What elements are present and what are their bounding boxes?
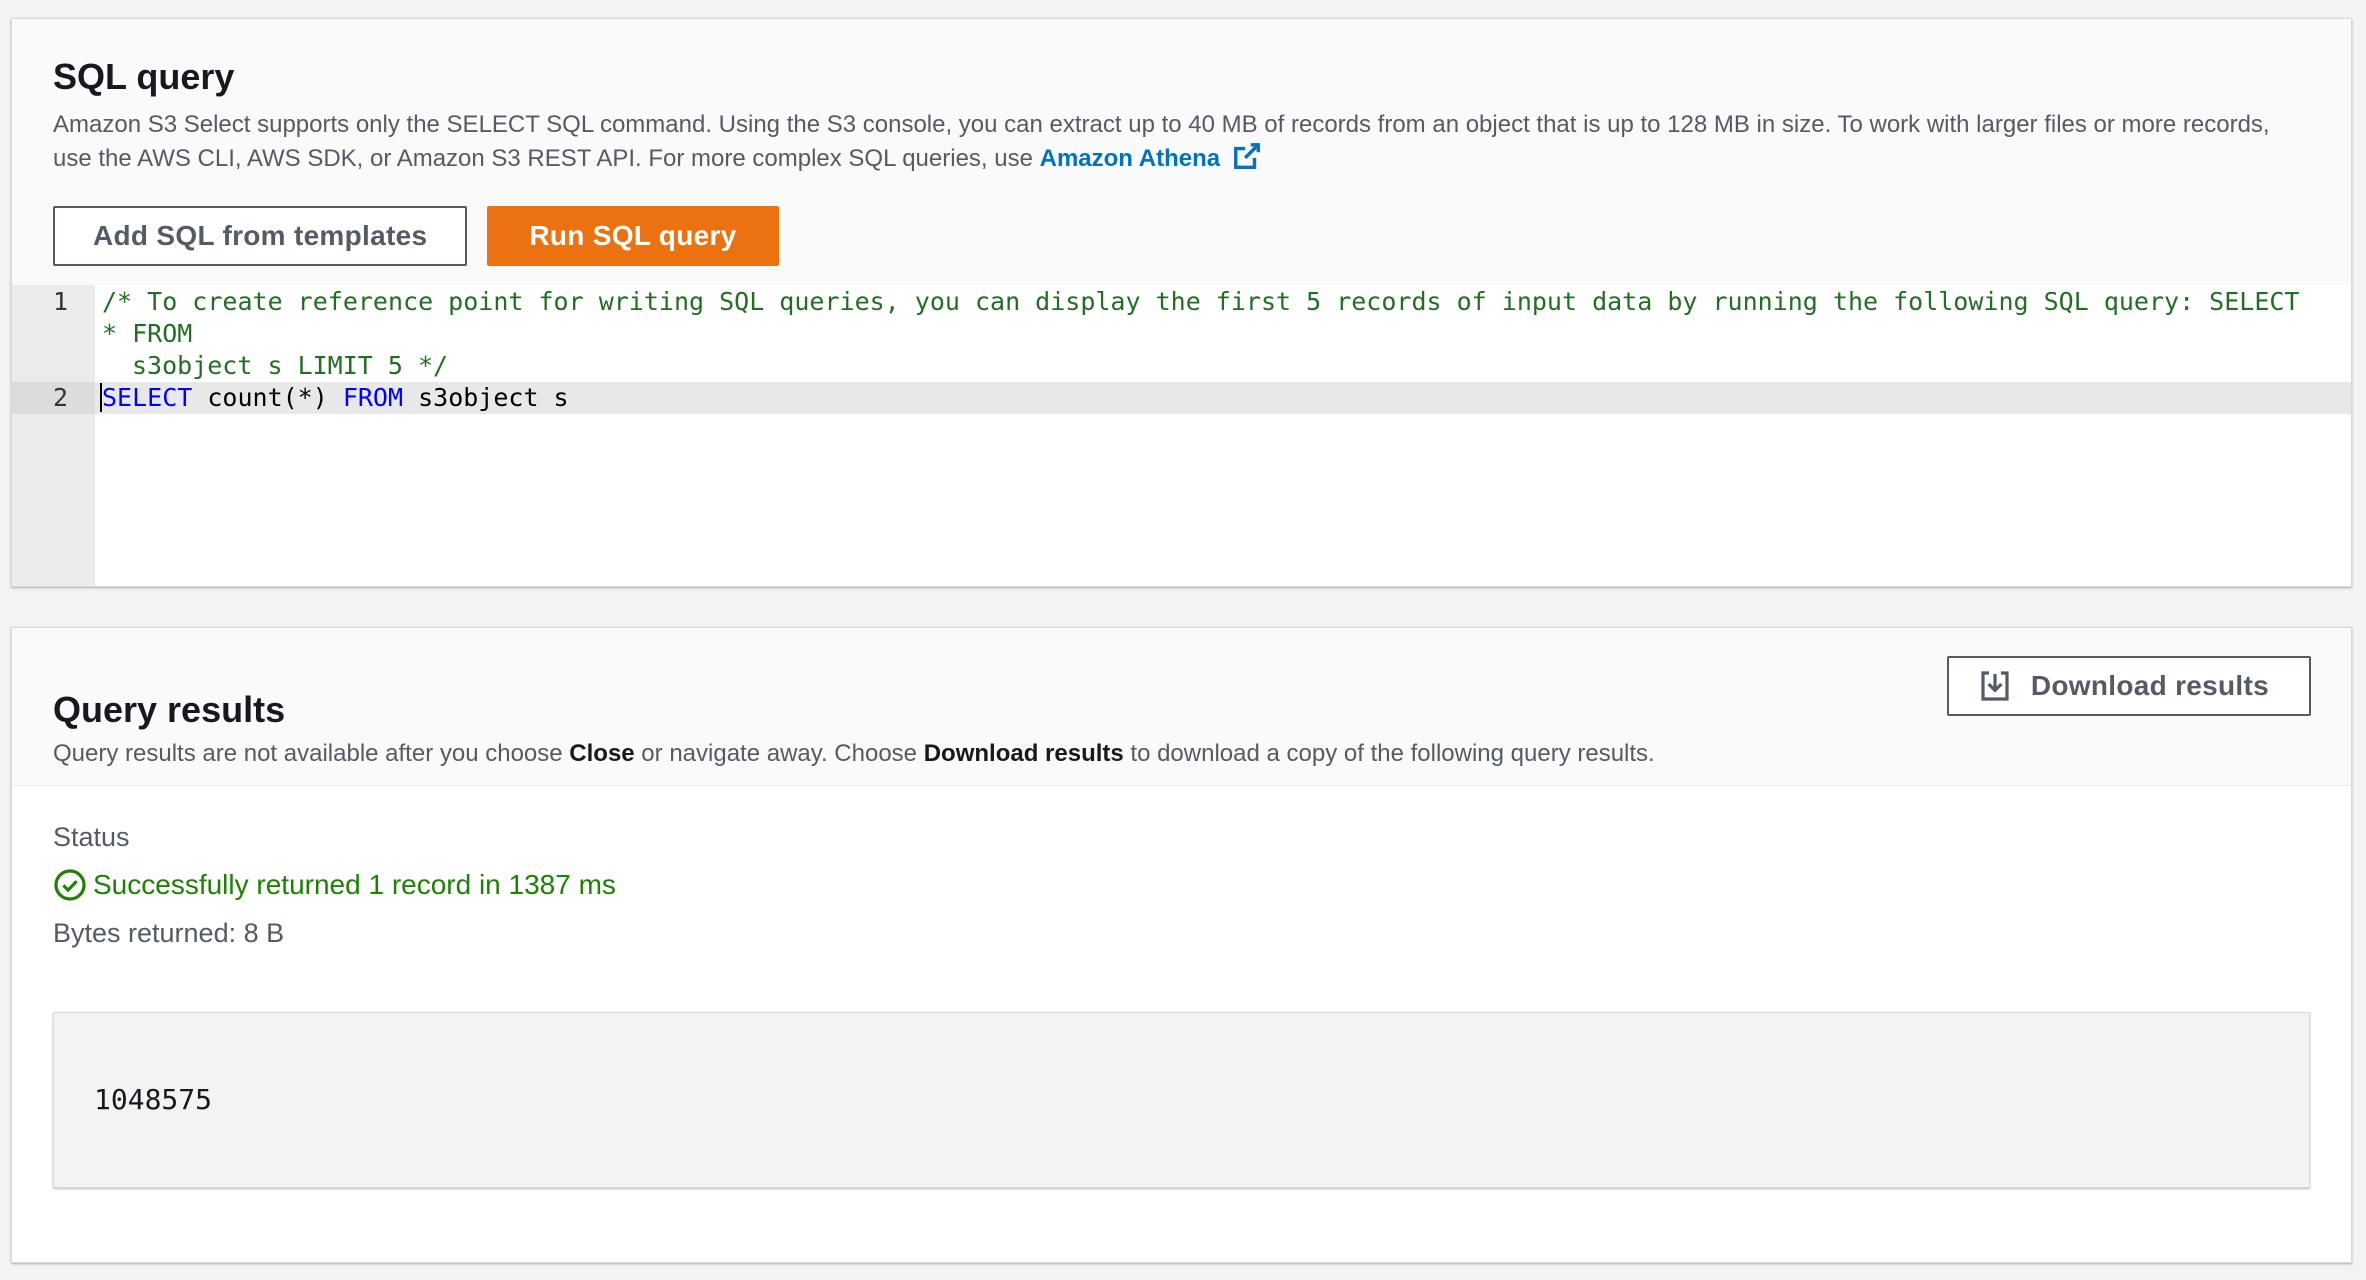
query-results-header: Query results Query results are not avai… (12, 628, 2351, 786)
check-circle-icon (53, 868, 87, 902)
query-results-body: Status Successfully returned 1 record in… (12, 786, 2351, 1188)
desc-text: Query results are not available after yo… (53, 740, 570, 767)
query-results-panel: Query results Query results are not avai… (11, 627, 2352, 1263)
bytes-returned: Bytes returned: 8 B (53, 918, 285, 948)
status-indicator: Successfully returned 1 record in 1387 m… (53, 868, 2310, 902)
line-number: 2 (12, 382, 95, 414)
editor-line-active[interactable]: 2 SELECT count(*) FROM s3object s (12, 382, 2351, 414)
run-sql-query-button[interactable]: Run SQL query (487, 206, 779, 266)
code-function: count(*) (192, 383, 343, 412)
editor-line-code: SELECT count(*) FROM s3object s (100, 382, 2351, 414)
desc-close-bold: Close (569, 740, 635, 767)
desc-download-bold: Download results (923, 740, 1124, 767)
desc-text: to download a copy of the following quer… (1123, 740, 1655, 767)
download-results-label: Download results (2030, 670, 2269, 701)
add-sql-from-templates-button[interactable]: Add SQL from templates (53, 206, 468, 266)
sql-query-actions: Add SQL from templates Run SQL query (53, 206, 2310, 266)
desc-text: or navigate away. Choose (634, 740, 924, 767)
download-results-button[interactable]: Download results (1946, 656, 2311, 716)
sql-query-panel: SQL query Amazon S3 Select supports only… (11, 18, 2352, 587)
editor-line-code: /* To create reference point for writing… (102, 286, 2351, 382)
amazon-athena-link[interactable]: Amazon Athena (1039, 143, 1262, 172)
status-text: Successfully returned 1 record in 1387 m… (93, 869, 616, 900)
query-results-description: Query results are not available after yo… (53, 738, 2310, 770)
result-value: 1048575 (94, 1083, 213, 1116)
code-keyword-from: FROM (342, 383, 404, 412)
line-number: 1 (52, 287, 68, 316)
code-comment: /* To create reference point for writing… (102, 287, 2315, 348)
sql-query-header: SQL query Amazon S3 Select supports only… (12, 19, 2351, 285)
code-identifier: s3object s (403, 383, 569, 412)
download-icon (1979, 670, 2011, 702)
external-link-icon (1232, 141, 1262, 180)
code-keyword-select: SELECT (102, 383, 193, 412)
sql-query-description: Amazon S3 Select supports only the SELEC… (53, 109, 2310, 180)
sql-editor[interactable]: 1 /* To create reference point for writi… (12, 285, 2351, 586)
sql-query-title: SQL query (53, 56, 235, 97)
status-label: Status (53, 822, 130, 852)
editor-line[interactable]: 1 /* To create reference point for writi… (12, 285, 2351, 382)
code-comment-continuation: s3object s LIMIT 5 */ (132, 351, 449, 380)
query-result-output: 1048575 (53, 1012, 2310, 1188)
amazon-athena-link-label: Amazon Athena (1039, 145, 1221, 172)
